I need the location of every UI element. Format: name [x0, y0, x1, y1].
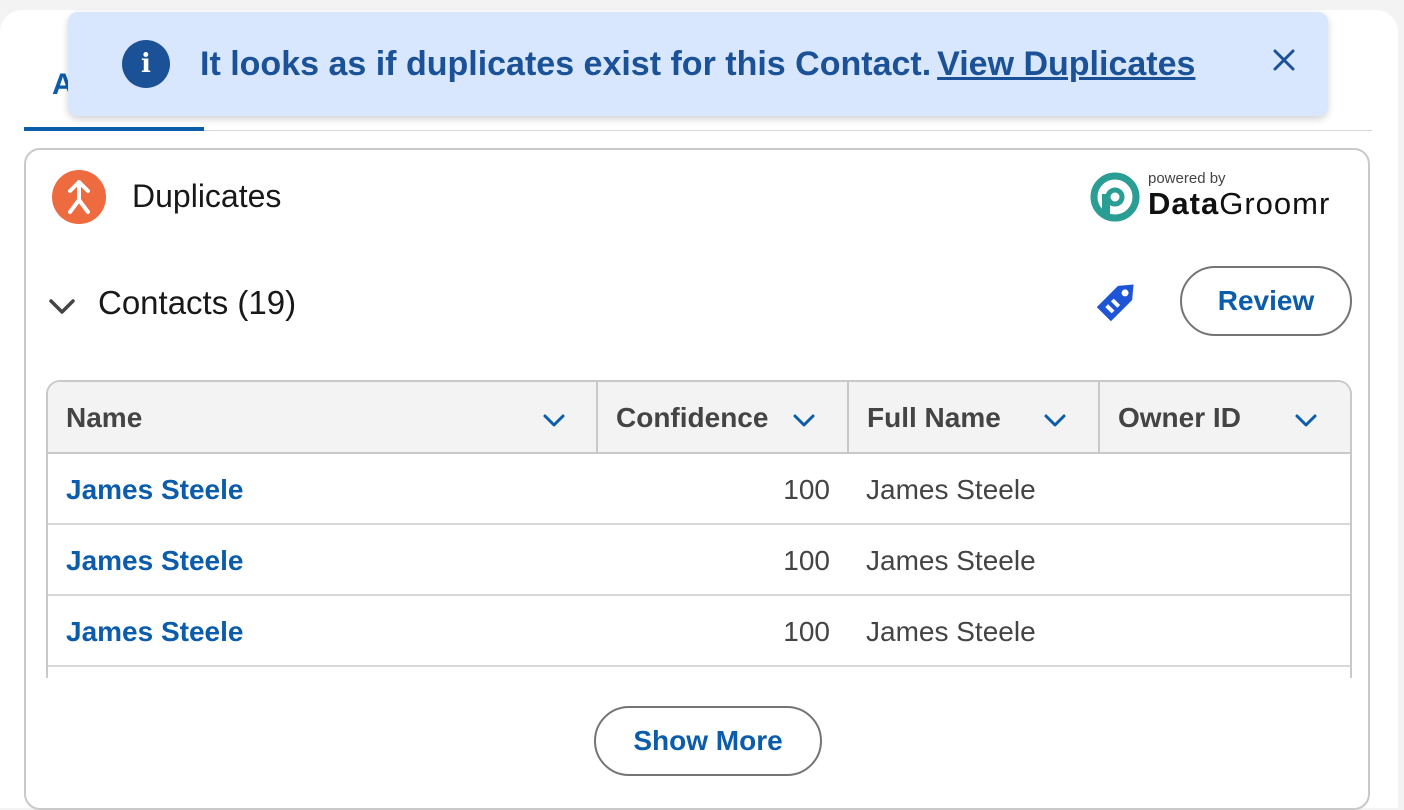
full-name-cell: James Steele — [866, 545, 1036, 576]
chevron-down-icon[interactable] — [790, 406, 818, 434]
datagroomr-logo-icon — [1090, 172, 1140, 222]
tag-icon[interactable] — [1090, 272, 1146, 328]
column-header-owner-id[interactable]: Owner ID — [1100, 382, 1350, 452]
confidence-cell: 100 — [783, 545, 830, 576]
contact-name-link[interactable]: James Steele — [66, 545, 243, 577]
duplicates-table: Name Confidence Full Name Owner ID James… — [46, 380, 1352, 678]
chevron-down-icon[interactable] — [1292, 406, 1320, 434]
contact-name-link[interactable]: James Steele — [66, 616, 243, 648]
column-header-name[interactable]: Name — [48, 382, 596, 452]
column-header-full-name[interactable]: Full Name — [849, 382, 1098, 452]
full-name-cell: James Steele — [866, 474, 1036, 505]
confidence-cell: 100 — [783, 474, 830, 505]
merge-icon — [52, 170, 106, 224]
brand-name: DataGroomr — [1148, 186, 1331, 221]
review-button[interactable]: Review — [1180, 266, 1352, 336]
brand-powered-by: powered by — [1148, 170, 1226, 187]
show-more-button[interactable]: Show More — [594, 706, 822, 776]
confidence-cell: 100 — [783, 616, 830, 647]
card-title: Duplicates — [132, 178, 282, 214]
page-card: A Duplicates powered by DataGroomr Conta… — [0, 10, 1398, 810]
toast-message: It looks as if duplicates exist for this… — [200, 45, 1196, 83]
table-row: James Steele 100 James Steele — [48, 454, 1350, 525]
duplicates-card: Duplicates powered by DataGroomr Contact… — [24, 148, 1370, 810]
chevron-down-icon[interactable] — [46, 290, 78, 322]
table-row: James Steele 100 James Steele — [48, 596, 1350, 667]
contact-name-link[interactable]: James Steele — [66, 474, 243, 506]
table-header: Name Confidence Full Name Owner ID — [48, 382, 1350, 454]
duplicates-toast: i It looks as if duplicates exist for th… — [68, 12, 1328, 116]
tab-active-underline — [24, 127, 204, 131]
info-icon: i — [122, 40, 170, 88]
view-duplicates-link[interactable]: View Duplicates — [937, 45, 1195, 83]
chevron-down-icon[interactable] — [540, 406, 568, 434]
section-title: Contacts (19) — [98, 284, 297, 321]
column-header-confidence[interactable]: Confidence — [598, 382, 847, 452]
chevron-down-icon[interactable] — [1041, 406, 1069, 434]
full-name-cell: James Steele — [866, 616, 1036, 647]
close-icon[interactable] — [1266, 42, 1302, 78]
datagroomr-brand: powered by DataGroomr — [1090, 168, 1340, 224]
table-row: James Steele 100 James Steele — [48, 525, 1350, 596]
